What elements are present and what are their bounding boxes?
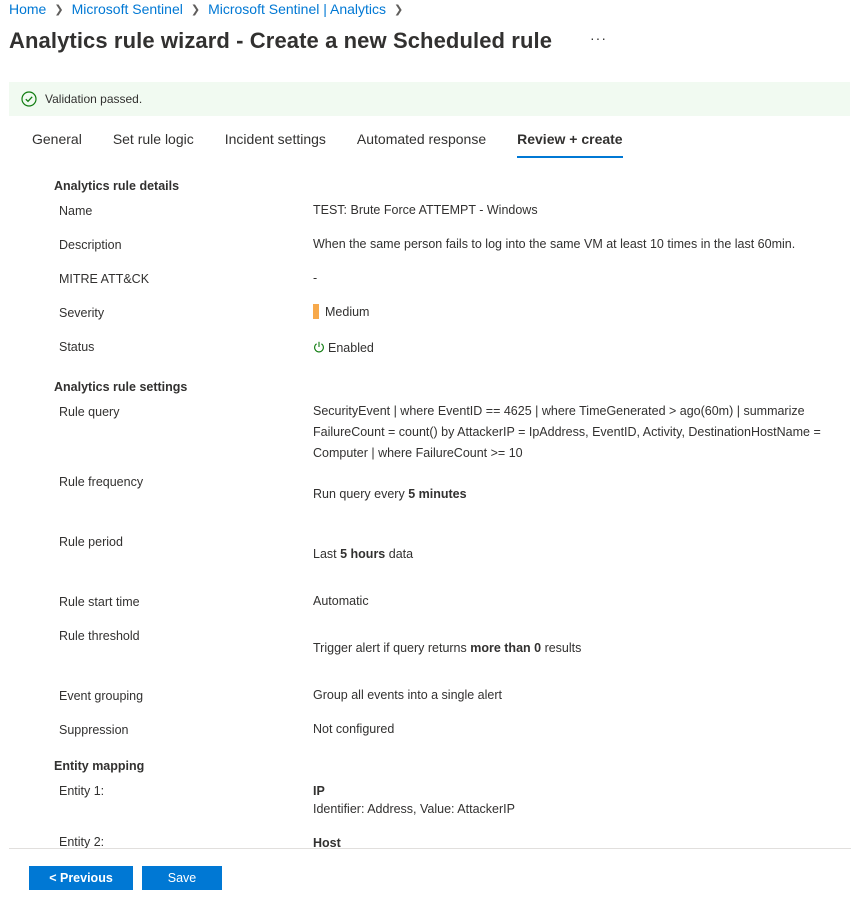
mitre-label: MITRE ATT&CK xyxy=(59,272,150,286)
chevron-right-icon: ❯ xyxy=(394,3,404,16)
validation-text: Validation passed. xyxy=(45,92,143,106)
rule-frequency-value: Run query every 5 minutes xyxy=(313,484,845,505)
tab-automated-response[interactable]: Automated response xyxy=(357,128,486,156)
rule-frequency-label: Rule frequency xyxy=(59,475,144,489)
status-value: Enabled xyxy=(313,338,845,359)
breadcrumb-sentinel-analytics[interactable]: Microsoft Sentinel | Analytics xyxy=(208,1,386,17)
previous-button[interactable]: < Previous xyxy=(29,866,133,890)
description-value: When the same person fails to log into t… xyxy=(313,237,796,251)
rule-threshold-suffix: results xyxy=(541,641,582,655)
power-icon xyxy=(314,341,324,353)
description-label: Description xyxy=(59,238,122,252)
event-grouping-label: Event grouping xyxy=(59,689,144,703)
rule-period-suffix: data xyxy=(385,547,414,561)
entity-2-type: Host xyxy=(313,836,341,848)
rule-start-time-label: Rule start time xyxy=(59,595,140,609)
mitre-value: - xyxy=(313,271,318,285)
tab-review-create[interactable]: Review + create xyxy=(517,128,623,158)
rule-threshold-amount: more than 0 xyxy=(470,641,542,655)
chevron-right-icon: ❯ xyxy=(190,3,201,16)
rule-period-amount: 5 hours xyxy=(340,547,386,561)
severity-label: Severity xyxy=(59,306,105,320)
rule-query-value: SecurityEvent | where EventID == 4625 | … xyxy=(313,404,821,460)
footer-divider xyxy=(9,848,851,849)
validation-banner: Validation passed. xyxy=(9,82,850,116)
chevron-right-icon: ❯ xyxy=(54,3,64,16)
entity-1-label: Entity 1: xyxy=(59,784,105,798)
rule-period-label: Rule period xyxy=(59,535,123,549)
rule-start-time-value: Automatic xyxy=(313,594,369,608)
entity-1-value: IP Identifier: Address, Value: AttackerI… xyxy=(313,781,845,823)
rule-frequency-text: Run query every xyxy=(313,487,409,501)
breadcrumb: Home ❯ Microsoft Sentinel ❯ Microsoft Se… xyxy=(9,0,411,18)
tab-general[interactable]: General xyxy=(32,128,82,156)
severity-text: Medium xyxy=(325,305,370,319)
wizard-tabs: General Set rule logic Incident settings… xyxy=(32,128,654,158)
tab-set-rule-logic[interactable]: Set rule logic xyxy=(113,128,194,156)
rule-threshold-value: Trigger alert if query returns more than… xyxy=(313,638,845,659)
name-value: TEST: Brute Force ATTEMPT - Windows xyxy=(313,203,538,217)
rule-period-prefix: Last xyxy=(313,547,341,561)
page-title: Analytics rule wizard - Create a new Sch… xyxy=(9,28,553,53)
status-text: Enabled xyxy=(328,341,374,355)
rule-threshold-label: Rule threshold xyxy=(59,629,140,643)
severity-value: Medium xyxy=(313,302,845,323)
section-analytics-rule-details: Analytics rule details xyxy=(54,179,180,193)
section-analytics-rule-settings: Analytics rule settings xyxy=(54,380,188,394)
entity-1-detail: Identifier: Address, Value: AttackerIP xyxy=(313,802,515,816)
more-options-icon[interactable]: ··· xyxy=(590,30,607,46)
severity-indicator xyxy=(313,304,319,319)
event-grouping-value: Group all events into a single alert xyxy=(313,688,502,702)
rule-period-value: Last 5 hours data xyxy=(313,544,845,565)
entity-2-label: Entity 2: xyxy=(59,835,105,848)
entity-2-value: Host xyxy=(313,833,845,848)
check-circle-icon xyxy=(21,91,37,107)
breadcrumb-sentinel[interactable]: Microsoft Sentinel xyxy=(72,1,183,17)
save-button[interactable]: Save xyxy=(142,866,222,890)
tab-incident-settings[interactable]: Incident settings xyxy=(225,128,326,156)
section-entity-mapping: Entity mapping xyxy=(54,759,145,773)
rule-frequency-amount: 5 minutes xyxy=(408,487,467,501)
review-content[interactable]: Analytics rule details Name TEST: Brute … xyxy=(0,166,851,848)
name-label: Name xyxy=(59,204,93,218)
suppression-value: Not configured xyxy=(313,722,395,736)
suppression-label: Suppression xyxy=(59,723,129,737)
breadcrumb-home[interactable]: Home xyxy=(9,1,46,17)
rule-query-label: Rule query xyxy=(59,405,120,419)
rule-threshold-prefix: Trigger alert if query returns xyxy=(313,641,471,655)
status-label: Status xyxy=(59,340,95,354)
entity-1-type: IP xyxy=(313,784,325,798)
